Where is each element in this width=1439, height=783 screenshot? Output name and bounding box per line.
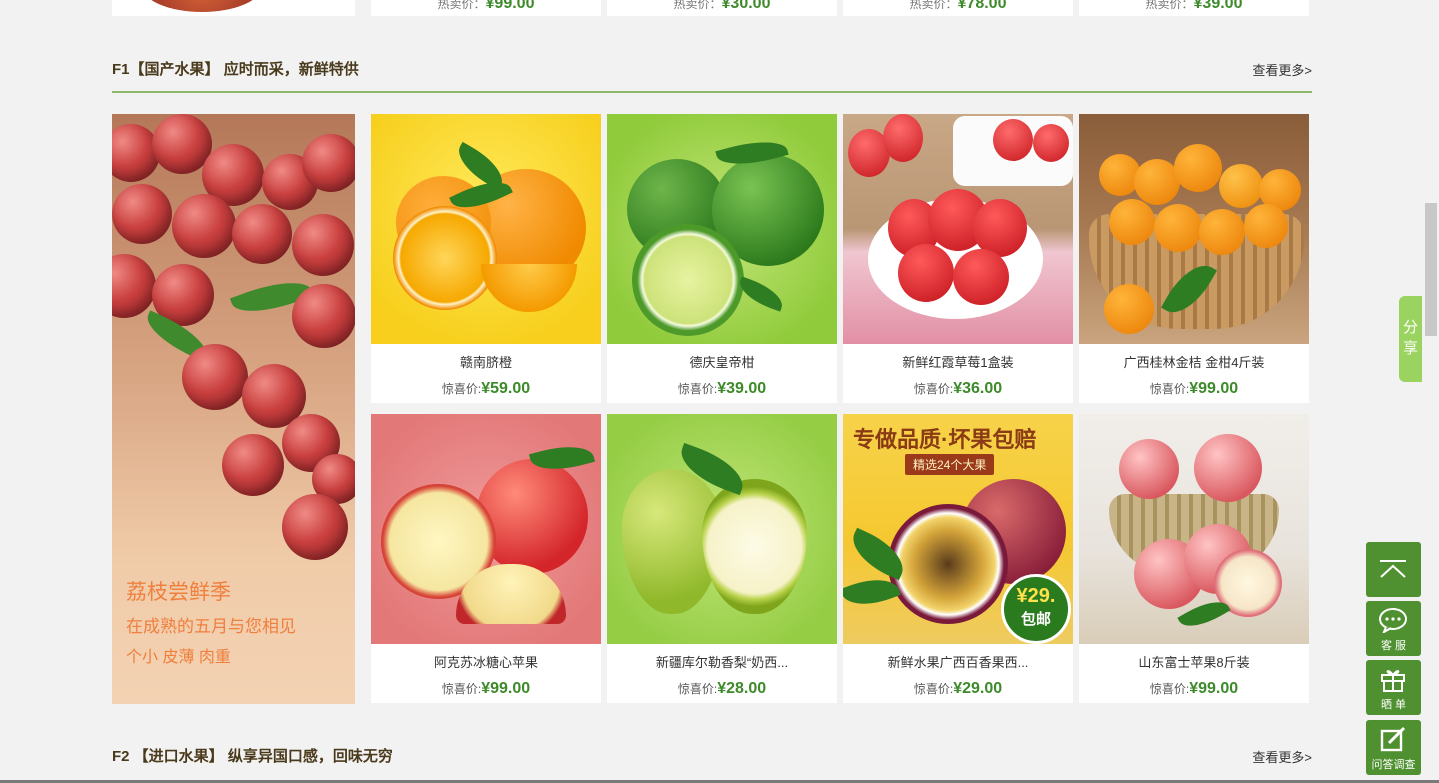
product-price: 惊喜价:¥99.00 (441, 680, 531, 697)
back-to-top-button[interactable] (1366, 542, 1421, 597)
product-image-orange (371, 114, 601, 344)
floor1-title: F1【国产水果】 应时而采，新鲜特供 (112, 61, 359, 78)
edit-icon (1380, 726, 1406, 752)
product-image-strawberry (843, 114, 1073, 344)
top-product-card[interactable]: 热卖价：¥78.00 (843, 0, 1073, 16)
product-name[interactable]: 新疆库尔勒香梨“奶西... (613, 652, 831, 671)
product-name[interactable]: 山东富士苹果8斤装 (1085, 652, 1303, 671)
product-price: 惊喜价:¥59.00 (441, 380, 531, 397)
product-image-fuji-apple (1079, 414, 1309, 644)
product-price: 惊喜价:¥28.00 (677, 680, 767, 697)
product-price: 热卖价：¥39.00 (1145, 0, 1243, 12)
product-image-passion-fruit: 专做品质·坏果包赔 精选24个大果 ¥29. 包邮 (843, 414, 1073, 644)
product-price: 热卖价：¥99.00 (437, 0, 535, 12)
promo-headline: 专做品质·坏果包赔 (853, 427, 1037, 452)
product-image-pear (607, 414, 837, 644)
product-name[interactable]: 新鲜红霞草莓1盒装 (849, 352, 1067, 371)
share-tab[interactable]: 分享 (1399, 296, 1422, 382)
product-price: 惊喜价:¥29.00 (913, 680, 1003, 697)
product-image-green-citrus (607, 114, 837, 344)
product-price: 惊喜价:¥99.00 (1149, 680, 1239, 697)
product-card[interactable]: 赣南脐橙 惊喜价:¥59.00 (371, 114, 601, 403)
product-card[interactable]: 专做品质·坏果包赔 精选24个大果 ¥29. 包邮 新鲜水果广西百香果西... … (843, 414, 1073, 703)
product-price: 热卖价：¥30.00 (673, 0, 771, 12)
survey-label: 问答调查 (1371, 759, 1416, 771)
product-name[interactable]: 阿克苏冰糖心苹果 (377, 652, 595, 671)
product-card[interactable]: 新疆库尔勒香梨“奶西... 惊喜价:¥28.00 (607, 414, 837, 703)
product-image-kumquat (1079, 114, 1309, 344)
survey-button[interactable]: 问答调查 (1366, 720, 1421, 775)
floor2-more-link[interactable]: 查看更多> (1252, 747, 1312, 766)
product-price: 惊喜价:¥99.00 (1149, 380, 1239, 397)
promo-subline: 精选24个大果 (905, 454, 995, 475)
gift-icon (1381, 670, 1405, 692)
back-to-top-icon (1380, 560, 1406, 578)
page-scrollbar[interactable] (1425, 203, 1437, 336)
top-product-card[interactable]: 热卖价：¥30.00 (607, 0, 837, 16)
top-product-card[interactable] (112, 0, 355, 16)
customer-service-button[interactable]: 客 服 (1366, 601, 1421, 656)
product-name[interactable]: 新鲜水果广西百香果西... (849, 652, 1067, 671)
top-product-card[interactable]: 热卖价：¥39.00 (1079, 0, 1309, 16)
floor2-header: F2 【进口水果】 纵享异国口感，回味无穷 查看更多> (112, 741, 1312, 771)
chat-icon (1379, 608, 1407, 633)
product-image (142, 0, 262, 12)
product-card[interactable]: 山东富士苹果8斤装 惊喜价:¥99.00 (1079, 414, 1309, 703)
product-card[interactable]: 阿克苏冰糖心苹果 惊喜价:¥99.00 (371, 414, 601, 703)
product-card[interactable]: 新鲜红霞草莓1盒装 惊喜价:¥36.00 (843, 114, 1073, 403)
product-card[interactable]: 广西桂林金桔 金柑4斤装 惊喜价:¥99.00 (1079, 114, 1309, 403)
floor1-more-link[interactable]: 查看更多> (1252, 60, 1312, 79)
banner-caption: 荔枝尝鲜季 在成熟的五月与您相见 个小 皮薄 肉重 (126, 581, 296, 666)
lychee-banner[interactable]: 荔枝尝鲜季 在成熟的五月与您相见 个小 皮薄 肉重 (112, 114, 355, 704)
product-name[interactable]: 赣南脐橙 (377, 352, 595, 371)
share-order-label: 晒 单 (1380, 699, 1407, 711)
product-price: 热卖价：¥78.00 (909, 0, 1007, 12)
share-order-button[interactable]: 晒 单 (1366, 660, 1421, 715)
top-product-card[interactable]: 热卖价：¥99.00 (371, 0, 601, 16)
product-price: 惊喜价:¥39.00 (677, 380, 767, 397)
product-name[interactable]: 德庆皇帝柑 (613, 352, 831, 371)
product-image-apple (371, 414, 601, 644)
product-price: 惊喜价:¥36.00 (913, 380, 1003, 397)
floor1-header: F1【国产水果】 应时而采，新鲜特供 查看更多> (112, 54, 1312, 84)
price-badge: ¥29. 包邮 (1001, 574, 1071, 644)
floor1-divider (112, 91, 1312, 93)
customer-service-label: 客 服 (1380, 640, 1407, 652)
product-card[interactable]: 德庆皇帝柑 惊喜价:¥39.00 (607, 114, 837, 403)
floor2-title: F2 【进口水果】 纵享异国口感，回味无穷 (112, 748, 393, 765)
product-name[interactable]: 广西桂林金桔 金柑4斤装 (1085, 352, 1303, 371)
